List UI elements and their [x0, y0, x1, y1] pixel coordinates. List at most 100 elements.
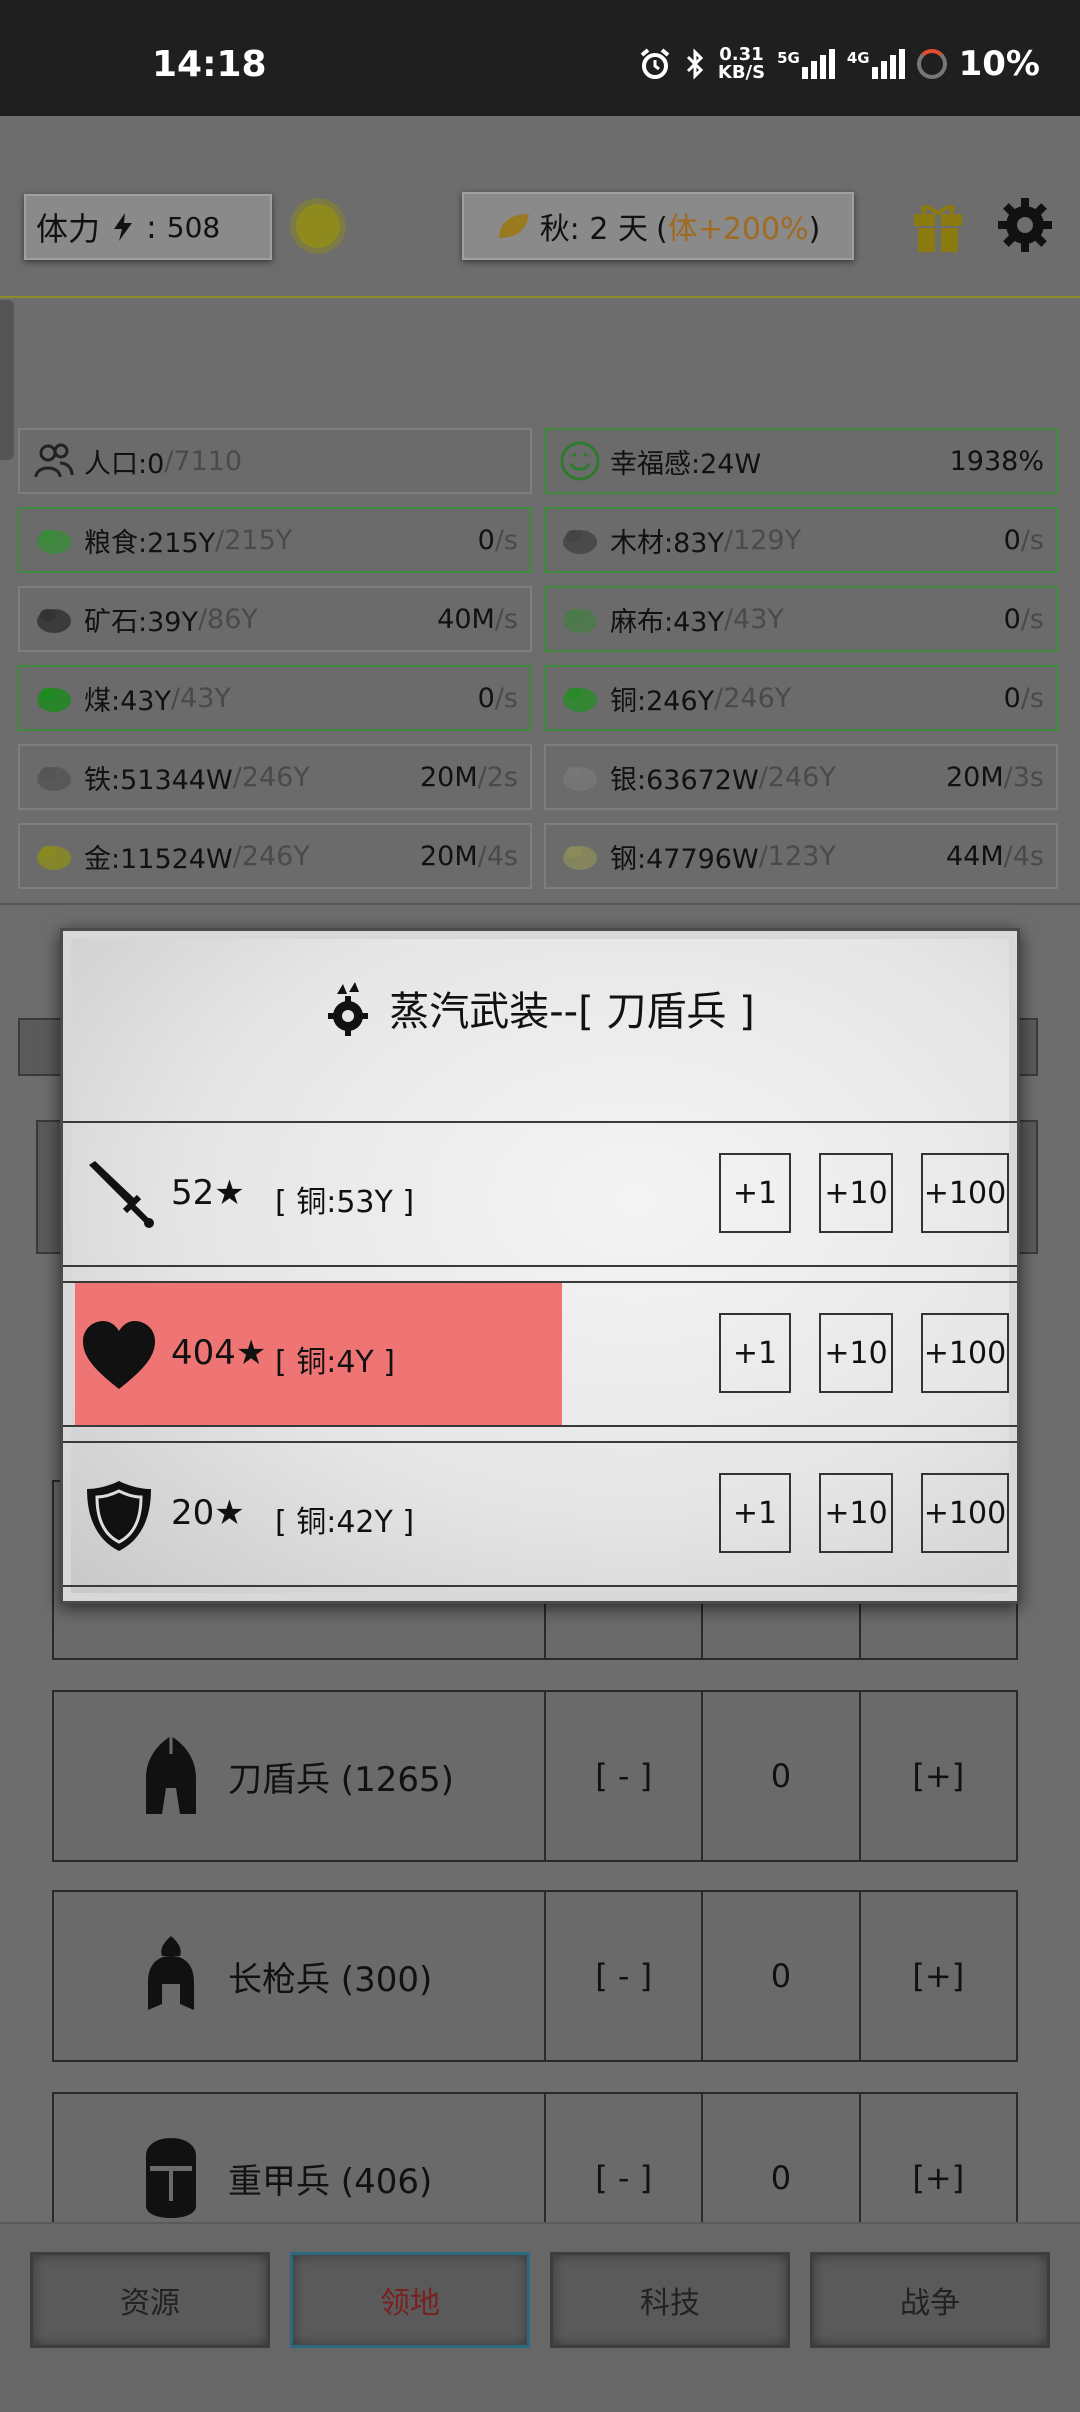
resource-rate: 0/s — [1003, 682, 1044, 714]
unit-increase-button[interactable]: [+] — [858, 1892, 1016, 2060]
upgrade-star-count: 52★ — [171, 1173, 245, 1213]
resource-ore: 矿石:39Y/86Y 40M/s — [18, 586, 532, 652]
upgrade-row: 52★ [ 铜:53Y ] +1 +10 +100 — [63, 1121, 1017, 1267]
header-divider — [0, 296, 1080, 298]
resource-rate: 0/s — [477, 682, 518, 714]
unit-name: 长枪兵 (300) — [228, 1959, 433, 2000]
resource-wood: 木材:83Y/129Y 0/s — [544, 507, 1058, 573]
resource-label: 粮食:215Y — [84, 527, 216, 559]
season-text: 秋: 2 天 — [539, 212, 648, 247]
unit-decrease-button[interactable]: [ - ] — [543, 1692, 701, 1860]
resource-capacity: /246Y — [232, 761, 310, 793]
resource-rate: 40M/s — [437, 603, 518, 635]
network-speed: 0.31 KB/S — [717, 44, 766, 83]
dialog-title: 蒸汽武装--[ 刀盾兵 ] — [63, 979, 1017, 1037]
resource-capacity: /246Y — [714, 682, 792, 714]
spartan-helmet-icon — [148, 1936, 194, 2010]
signal-4g-icon: 4G — [847, 49, 905, 79]
upgrade-star-count: 404★ — [171, 1333, 267, 1373]
bottom-nav: 资源 领地 科技 战争 — [0, 2222, 1080, 2412]
status-icons: 0.31 KB/S 5G 4G 10% — [638, 44, 1040, 84]
resource-capacity: /43Y — [170, 682, 231, 714]
resource-capacity: /215Y — [215, 524, 293, 556]
settings-gear-icon[interactable] — [996, 196, 1054, 254]
upgrade-star-count: 20★ — [171, 1493, 245, 1533]
wood-icon — [563, 530, 597, 554]
people-icon — [34, 443, 74, 478]
resource-gold: 金:11524W/246Y 20M/4s — [18, 823, 532, 889]
resource-steel: 钢:47796W/123Y 44M/4s — [544, 823, 1058, 889]
resource-copper: 铜:246Y/246Y 0/s — [544, 665, 1058, 731]
hidden-row-right — [1018, 1120, 1038, 1254]
resource-label: 金:11524W — [84, 843, 233, 875]
steam-gear-icon — [328, 982, 369, 1036]
shield-icon — [87, 1481, 151, 1551]
unit-increase-button[interactable]: [+] — [858, 1692, 1016, 1860]
add-1-button[interactable]: +1 — [719, 1473, 791, 1553]
resource-coal: 煤:43Y/43Y 0/s — [18, 665, 532, 731]
add-100-button[interactable]: +100 — [921, 1153, 1009, 1233]
iron-icon — [37, 767, 71, 791]
resource-rate: 20M/3s — [946, 761, 1044, 793]
resource-divider — [0, 903, 1080, 905]
add-100-button[interactable]: +100 — [921, 1313, 1009, 1393]
add-10-button[interactable]: +10 — [819, 1473, 893, 1553]
resource-label: 人口:0 — [84, 448, 165, 480]
bluetooth-icon — [686, 48, 704, 80]
signal-5g-icon: 5G — [777, 49, 835, 79]
add-10-button[interactable]: +10 — [819, 1153, 893, 1233]
resource-cloth: 麻布:43Y/43Y 0/s — [544, 586, 1058, 652]
leaf-icon — [498, 214, 529, 238]
unit-name: 刀盾兵 (1265) — [228, 1759, 454, 1800]
coal-icon — [37, 688, 71, 712]
add-100-button[interactable]: +100 — [921, 1473, 1009, 1553]
stamina-value: 508 — [166, 210, 221, 244]
battery-icon — [916, 49, 947, 79]
hidden-tab-right — [1018, 1018, 1038, 1076]
resource-rate: 0/s — [477, 524, 518, 556]
status-bar: 14:18 0.31 KB/S 5G 4G 10% — [0, 0, 1080, 116]
silver-icon — [563, 767, 597, 791]
battery-level: 10% — [958, 44, 1040, 84]
resource-capacity: /129Y — [723, 524, 802, 556]
upgrade-price: [ 铜:53Y ] — [275, 1185, 415, 1220]
resource-capacity: /86Y — [197, 603, 258, 635]
knight-helmet-icon — [146, 1736, 196, 1814]
resource-rate: 1938% — [949, 445, 1044, 477]
great-helm-icon — [146, 2138, 196, 2218]
upgrade-price: [ 铜:42Y ] — [275, 1505, 415, 1540]
steel-icon — [563, 846, 597, 870]
unit-decrease-button[interactable]: [ - ] — [543, 1892, 701, 2060]
upgrade-row: 20★ [ 铜:42Y ] +1 +10 +100 — [63, 1441, 1017, 1587]
add-1-button[interactable]: +1 — [719, 1313, 791, 1393]
heart-icon — [83, 1321, 155, 1389]
gold-icon — [37, 846, 71, 870]
resource-rate: 44M/4s — [946, 840, 1044, 872]
resource-label: 钢:47796W — [610, 843, 759, 875]
upgrade-price: [ 铜:4Y ] — [275, 1345, 395, 1380]
nav-territory-button[interactable]: 领地 — [290, 2252, 530, 2348]
unit-name-cell: 长枪兵 (300) — [54, 1892, 544, 2060]
stamina-display: 体力 : 508 — [24, 194, 272, 260]
resource-label: 木材:83Y — [610, 527, 724, 559]
add-1-button[interactable]: +1 — [719, 1153, 791, 1233]
alarm-icon — [640, 48, 670, 79]
copper-icon — [563, 688, 597, 712]
gift-icon[interactable] — [910, 198, 966, 254]
cloth-icon — [563, 609, 597, 633]
side-drawer-handle[interactable] — [0, 300, 14, 460]
resource-silver: 银:63672W/246Y 20M/3s — [544, 744, 1058, 810]
add-10-button[interactable]: +10 — [819, 1313, 893, 1393]
resource-capacity: /43Y — [723, 603, 784, 635]
clock: 14:18 — [152, 44, 267, 85]
resource-label: 幸福感:24W — [610, 448, 762, 480]
unit-row: 刀盾兵 (1265) [ - ] 0 [+] — [52, 1690, 1018, 1862]
nav-resources-button[interactable]: 资源 — [30, 2252, 270, 2348]
food-icon — [37, 530, 71, 554]
resource-capacity: /246Y — [758, 761, 836, 793]
nav-technology-button[interactable]: 科技 — [550, 2252, 790, 2348]
resource-rate: 0/s — [1003, 524, 1044, 556]
nav-war-button[interactable]: 战争 — [810, 2252, 1050, 2348]
unit-count: 0 — [701, 1692, 858, 1860]
resource-rate: 20M/2s — [420, 761, 518, 793]
